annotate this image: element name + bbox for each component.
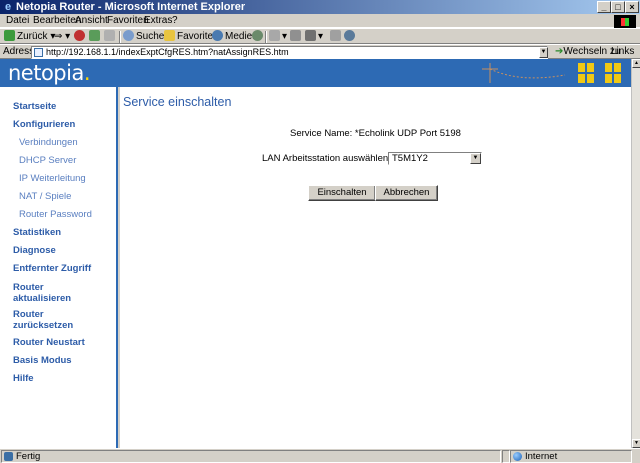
nav-router-aktualisieren-line2: aktualisieren (13, 293, 72, 304)
window-decoration-right (605, 63, 621, 83)
nav-entfernter-zugriff[interactable]: Entfernter Zugriff (13, 263, 91, 274)
scroll-up-icon[interactable]: ▲ (632, 59, 640, 68)
nav-ip-weiterleitung[interactable]: IP Weiterleitung (19, 173, 86, 184)
sidebar: Startseite Konfigurieren Verbindungen DH… (0, 87, 118, 448)
page-title: Service einschalten (123, 95, 232, 109)
stop-button[interactable] (74, 30, 87, 43)
service-name-text: Service Name: *Echolink UDP Port 5198 (290, 128, 461, 139)
forward-button[interactable]: ⇒ ▾ (54, 30, 70, 43)
discuss-button[interactable] (330, 30, 343, 43)
toolbar: Zurück ▾ ⇒ ▾ Suchen Favoriten Medien ▾ ▾ (0, 28, 640, 44)
history-button[interactable] (252, 30, 265, 43)
nav-verbindungen[interactable]: Verbindungen (19, 137, 78, 148)
address-url: http://192.168.1.1/indexExptCfgRES.htm?n… (46, 47, 289, 57)
einschalten-button[interactable]: Einschalten (308, 185, 376, 201)
status-text-area: Fertig (1, 450, 501, 463)
home-button[interactable] (104, 30, 117, 43)
messenger-icon (344, 30, 355, 41)
search-button[interactable]: Suchen (123, 30, 170, 43)
status-text: Fertig (16, 451, 41, 462)
refresh-icon (89, 30, 100, 41)
status-bar: Fertig Internet (0, 448, 640, 463)
vertical-scrollbar[interactable]: ▲ ▼ (631, 59, 640, 448)
menu-bar: Datei Bearbeiten Ansicht Favoriten Extra… (0, 14, 640, 28)
print-button[interactable] (290, 30, 303, 43)
abbrechen-button[interactable]: Abbrechen (375, 185, 438, 201)
nav-router-zuruecksetzen-line1: Router (13, 309, 44, 320)
menu-help[interactable]: ? (172, 15, 178, 27)
antenna-decoration (482, 63, 566, 83)
address-dropdown-icon[interactable]: ▼ (539, 47, 548, 58)
favorites-icon (164, 30, 175, 41)
print-icon (290, 30, 301, 41)
chevron-down-icon[interactable]: ▼ (470, 153, 481, 164)
toolbar-separator (265, 31, 267, 43)
lan-workstation-select[interactable]: T5M1Y2 ▼ (388, 152, 482, 165)
maximize-button[interactable]: □ (611, 1, 625, 13)
toolbar-separator (119, 31, 121, 43)
address-bar: Adresse http://192.168.1.1/indexExptCfgR… (0, 44, 640, 59)
mail-button[interactable]: ▾ (269, 30, 287, 43)
globe-icon (513, 452, 522, 461)
menu-extras[interactable]: Extras (144, 15, 172, 27)
page-icon (34, 48, 43, 57)
netopia-logo: netopia. (8, 61, 91, 85)
nav-router-neustart[interactable]: Router Neustart (13, 337, 85, 348)
lan-workstation-value: T5M1Y2 (392, 153, 428, 164)
nav-nat-spiele[interactable]: NAT / Spiele (19, 191, 71, 202)
nav-router-zuruecksetzen-line2: zurücksetzen (13, 320, 74, 331)
close-button[interactable]: × (625, 1, 639, 13)
history-icon (252, 30, 263, 41)
media-button[interactable]: Medien (212, 30, 258, 43)
menu-favoriten[interactable]: Favoriten (107, 15, 149, 27)
nav-router-aktualisieren-line1: Router (13, 282, 44, 293)
nav-konfigurieren[interactable]: Konfigurieren (13, 119, 75, 130)
lan-workstation-label: LAN Arbeitsstation auswählen (262, 153, 389, 164)
stop-icon (74, 30, 85, 41)
nav-router-password[interactable]: Router Password (19, 209, 92, 220)
media-icon (212, 30, 223, 41)
nav-dhcp-server[interactable]: DHCP Server (19, 155, 76, 166)
nav-router-zuruecksetzen[interactable]: Router zurücksetzen (13, 309, 73, 331)
messenger-button[interactable] (344, 30, 357, 43)
menu-ansicht[interactable]: Ansicht (75, 15, 108, 27)
edit-button[interactable]: ▾ (305, 30, 323, 43)
back-button[interactable]: Zurück ▾ (4, 30, 55, 43)
address-input[interactable]: http://192.168.1.1/indexExptCfgRES.htm?n… (31, 46, 548, 59)
title-bar: e Netopia Router - Microsoft Internet Ex… (0, 0, 640, 14)
back-label: Zurück (17, 31, 48, 42)
page-status-icon (4, 452, 13, 461)
favorites-button[interactable]: Favoriten (164, 30, 219, 43)
main-content: Service einschalten Service Name: *Echol… (120, 87, 631, 448)
menu-datei[interactable]: Datei (6, 15, 29, 27)
minimize-button[interactable]: _ (597, 1, 611, 13)
nav-hilfe[interactable]: Hilfe (13, 373, 34, 384)
zone-text: Internet (525, 451, 558, 462)
nav-router-aktualisieren[interactable]: Router aktualisieren (13, 282, 71, 304)
banner: netopia. (0, 59, 631, 87)
edit-icon (305, 30, 316, 41)
windows-logo-icon (614, 15, 636, 29)
ie-icon: e (4, 1, 12, 13)
discuss-icon (330, 30, 341, 41)
nav-basis-modus[interactable]: Basis Modus (13, 355, 72, 366)
nav-startseite[interactable]: Startseite (13, 101, 56, 112)
logo-text: netopia (8, 61, 84, 85)
status-cell (502, 450, 510, 463)
home-icon (104, 30, 115, 41)
scroll-down-icon[interactable]: ▼ (632, 439, 640, 448)
search-icon (123, 30, 134, 41)
window-title: Netopia Router - Microsoft Internet Expl… (16, 1, 246, 13)
nav-diagnose[interactable]: Diagnose (13, 245, 56, 256)
refresh-button[interactable] (89, 30, 102, 43)
mail-icon (269, 30, 280, 41)
links-button[interactable]: Links (611, 46, 634, 58)
status-zone: Internet (510, 450, 632, 463)
back-arrow-icon (4, 30, 15, 41)
nav-statistiken[interactable]: Statistiken (13, 227, 61, 238)
window-decoration-left (578, 63, 594, 83)
logo-dot: . (83, 61, 91, 85)
